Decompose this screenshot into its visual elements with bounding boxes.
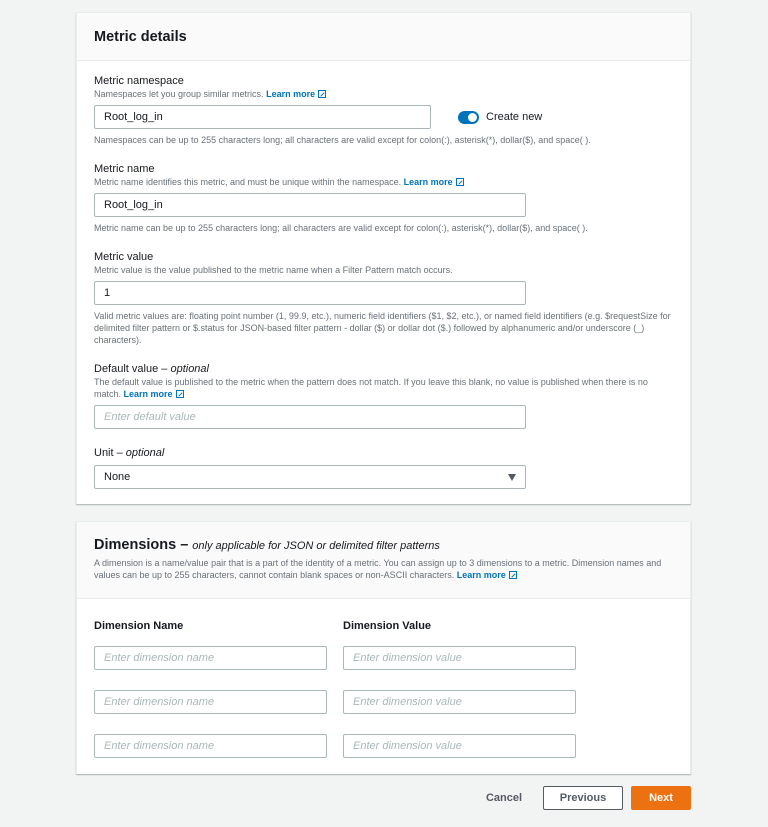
metric-namespace-input[interactable]	[94, 105, 431, 129]
external-link-icon	[318, 90, 327, 98]
metric-namespace-constraint: Namespaces can be up to 255 characters l…	[94, 135, 591, 145]
metric-namespace-description-text: Namespaces let you group similar metrics…	[94, 89, 264, 99]
metric-namespace-label: Metric namespace	[94, 75, 184, 87]
dimensions-title-text: Dimensions	[94, 537, 177, 553]
unit-select[interactable]: None	[94, 465, 526, 489]
metric-name-description: Metric name identifies this metric, and …	[94, 176, 674, 188]
cancel-button[interactable]: Cancel	[474, 786, 534, 810]
metric-value-field: Metric value Metric value is the value p…	[94, 250, 674, 346]
metric-value-label: Metric value	[94, 251, 154, 263]
dimensions-title: Dimensions – only applicable for JSON or…	[94, 537, 673, 553]
create-new-label: Create new	[486, 111, 543, 123]
dimensions-card: Dimensions – only applicable for JSON or…	[76, 521, 691, 774]
metric-name-field: Metric name Metric name identifies this …	[94, 162, 674, 234]
create-new-toggle-wrap: Create new	[458, 105, 542, 129]
optional-tag: optional	[170, 363, 209, 375]
external-link-icon	[455, 178, 464, 186]
previous-button[interactable]: Previous	[543, 786, 623, 810]
learn-more-text: Learn more	[403, 177, 453, 187]
caret-down-icon	[508, 473, 516, 481]
dimension-name-header: Dimension Name	[94, 620, 184, 632]
learn-more-link[interactable]: Learn more	[266, 89, 327, 99]
default-value-description: The default value is published to the me…	[94, 376, 674, 400]
learn-more-link[interactable]: Learn more	[124, 389, 184, 399]
dimension-name-input-1[interactable]	[94, 646, 327, 670]
dimensions-description: A dimension is a name/value pair that is…	[94, 557, 674, 581]
dimension-name-input-3[interactable]	[94, 734, 327, 758]
unit-label-text: Unit	[94, 447, 114, 459]
create-new-toggle[interactable]	[458, 110, 479, 124]
learn-more-text: Learn more	[266, 89, 316, 99]
dimension-name-input-2[interactable]	[94, 690, 327, 714]
dimensions-header: Dimensions – only applicable for JSON or…	[77, 522, 690, 599]
metric-name-input[interactable]	[94, 193, 526, 217]
optional-tag: optional	[125, 447, 165, 459]
metric-details-card: Metric details Metric namespace Namespac…	[76, 12, 691, 504]
dimension-value-input-1[interactable]	[343, 646, 576, 670]
dimension-value-header: Dimension Value	[343, 620, 432, 632]
metric-details-header: Metric details	[77, 13, 690, 61]
metric-value-constraint: Valid metric values are: floating point …	[94, 311, 671, 345]
default-value-label: Default value – optional	[94, 363, 209, 375]
unit-selected-value: None	[104, 471, 131, 483]
external-link-icon	[175, 390, 184, 398]
default-value-input[interactable]	[94, 405, 526, 429]
wizard-footer: Cancel Previous Next	[474, 786, 691, 810]
dimension-value-input-2[interactable]	[343, 690, 576, 714]
toggle-knob	[468, 112, 477, 122]
learn-more-link[interactable]: Learn more	[457, 570, 517, 580]
default-value-field: Default value – optional The default val…	[94, 362, 674, 429]
learn-more-text: Learn more	[123, 389, 173, 399]
metric-value-input[interactable]	[94, 281, 526, 305]
unit-field: Unit – optional None	[94, 446, 674, 489]
external-link-icon	[508, 571, 517, 579]
metric-namespace-field: Metric namespace Namespaces let you grou…	[94, 74, 674, 146]
default-value-label-text: Default value	[94, 363, 159, 375]
metric-namespace-description: Namespaces let you group similar metrics…	[94, 88, 674, 100]
dimension-value-input-3[interactable]	[343, 734, 576, 758]
dimensions-subtitle: only applicable for JSON or delimited fi…	[192, 540, 440, 552]
learn-more-text: Learn more	[456, 570, 506, 580]
dimensions-title-dash: –	[180, 537, 189, 553]
learn-more-link[interactable]: Learn more	[404, 177, 464, 187]
metric-name-label: Metric name	[94, 163, 155, 175]
next-button[interactable]: Next	[631, 786, 691, 810]
metric-details-title: Metric details	[94, 28, 187, 45]
metric-name-constraint: Metric name can be up to 255 characters …	[94, 223, 588, 233]
metric-value-description: Metric value is the value published to t…	[94, 265, 453, 275]
metric-name-description-text: Metric name identifies this metric, and …	[94, 177, 402, 187]
dimensions-description-text: A dimension is a name/value pair that is…	[94, 558, 662, 580]
unit-label: Unit – optional	[94, 447, 165, 459]
